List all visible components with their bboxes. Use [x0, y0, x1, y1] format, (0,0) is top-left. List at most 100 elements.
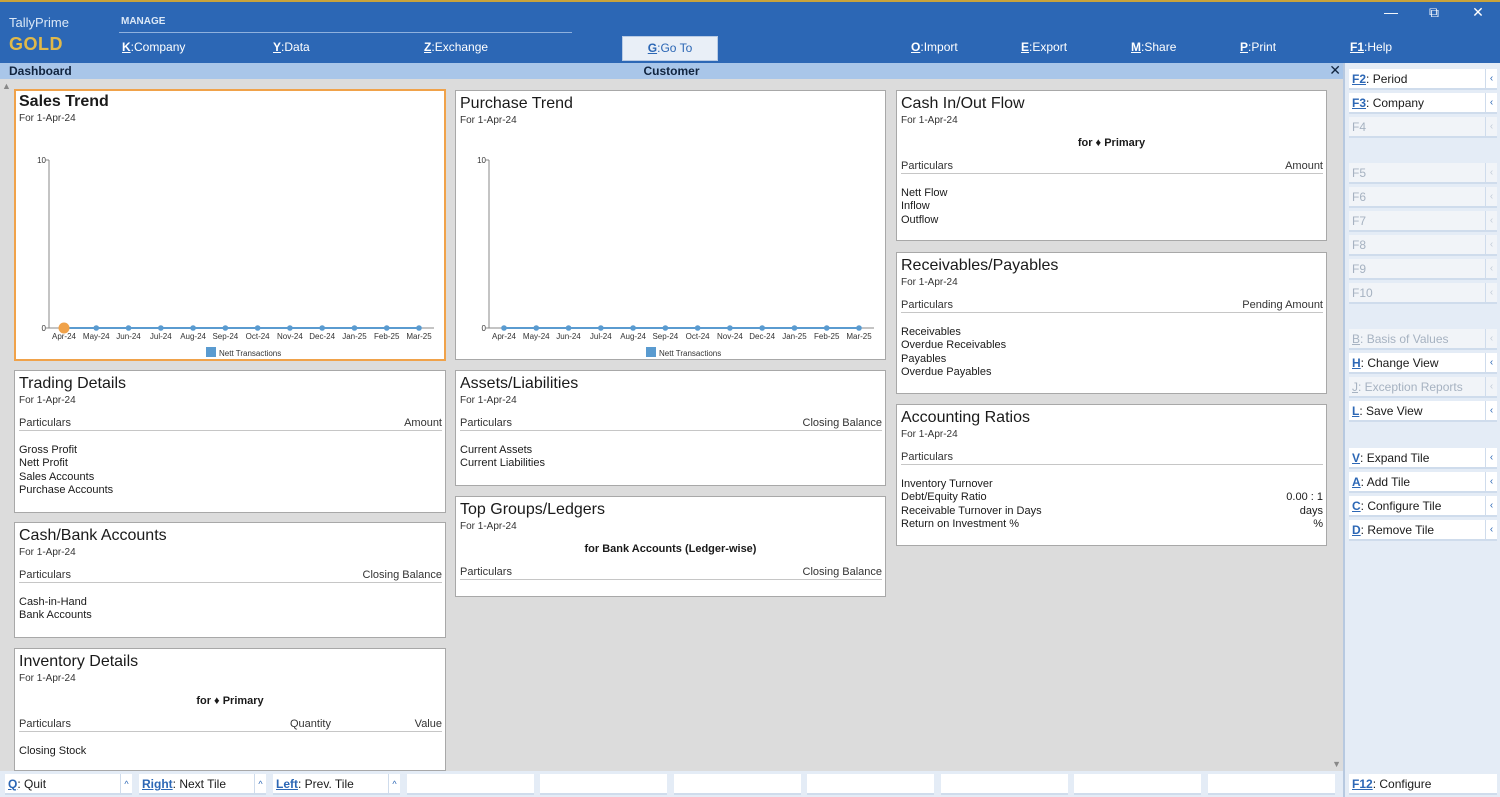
panel-button-b[interactable]: B: Basis of Values ‹	[1349, 329, 1497, 350]
configure-button[interactable]: F12: Configure	[1349, 774, 1497, 795]
list-item[interactable]: Nett Profit	[19, 457, 442, 470]
chevron-left-icon[interactable]: ‹	[1485, 69, 1497, 89]
restore-icon[interactable]: ⧉	[1424, 4, 1444, 21]
x-tick-label: Feb-25	[814, 332, 840, 341]
close-window-icon[interactable]: ✕	[1468, 4, 1488, 21]
list-item[interactable]: Current Liabilities	[460, 457, 882, 470]
menu-data[interactable]: Y:Data	[273, 40, 310, 54]
panel-button-v[interactable]: V: Expand Tile ‹	[1349, 448, 1497, 469]
bottom-button-empty[interactable]	[1208, 774, 1335, 795]
tile-cash-flow[interactable]: Cash In/Out Flow For 1-Apr-24 for ♦ Prim…	[896, 90, 1327, 241]
list-item[interactable]: Overdue Payables	[901, 366, 1323, 379]
chevron-left-icon[interactable]: ‹	[1485, 211, 1497, 231]
chevron-up-icon[interactable]: ^	[254, 774, 266, 794]
tile-assets-liabilities[interactable]: Assets/Liabilities For 1-Apr-24 Particul…	[455, 370, 886, 486]
scroll-up-icon[interactable]: ▲	[2, 81, 11, 91]
menu-print[interactable]: P:Print	[1240, 40, 1276, 54]
panel-button-j[interactable]: J: Exception Reports ‹	[1349, 377, 1497, 398]
panel-button-a[interactable]: A: Add Tile ‹	[1349, 472, 1497, 493]
chevron-left-icon[interactable]: ‹	[1485, 187, 1497, 207]
menu-export[interactable]: E:Export	[1021, 40, 1067, 54]
close-screen-icon[interactable]: ✕	[1329, 62, 1341, 79]
bottom-button-empty[interactable]	[941, 774, 1068, 795]
chevron-left-icon[interactable]: ‹	[1485, 520, 1497, 540]
bottom-button-empty[interactable]	[540, 774, 667, 795]
row-list: Receivables Overdue Receivables Payables…	[901, 326, 1323, 380]
panel-button-c[interactable]: C: Configure Tile ‹	[1349, 496, 1497, 517]
menu-company[interactable]: K:Company	[122, 40, 185, 54]
chevron-up-icon[interactable]: ^	[388, 774, 400, 794]
goto-button[interactable]: G:Go To	[622, 36, 718, 61]
bottom-button-prev-tile[interactable]: Left: Prev. Tile ^	[273, 774, 400, 795]
chevron-left-icon[interactable]: ‹	[1485, 377, 1497, 397]
x-tick-label: Jun-24	[556, 332, 581, 341]
list-item[interactable]: Inflow	[901, 200, 1323, 213]
list-item[interactable]: Receivable Turnover in Days days	[901, 505, 1323, 518]
tile-title: Purchase Trend	[460, 95, 573, 112]
list-item[interactable]: Return on Investment %%	[901, 518, 1323, 531]
list-item[interactable]: Payables	[901, 353, 1323, 366]
tile-top-groups[interactable]: Top Groups/Ledgers For 1-Apr-24 for Bank…	[455, 496, 886, 597]
tile-purchase-trend[interactable]: 0 10 Apr-24 May-24 Jun-24 Jul-24 Aug-24 Sep-24 O…	[455, 90, 886, 360]
bottom-button-quit[interactable]: Q: Quit ^	[5, 774, 132, 795]
menu-help[interactable]: F1:Help	[1350, 40, 1392, 54]
list-item[interactable]: Outflow	[901, 214, 1323, 227]
panel-button-l[interactable]: L: Save View ‹	[1349, 401, 1497, 422]
chevron-left-icon[interactable]: ‹	[1485, 353, 1497, 373]
panel-button-f6[interactable]: F6 ‹	[1349, 187, 1497, 208]
menu-import[interactable]: O:Import	[911, 40, 958, 54]
list-item[interactable]: Gross Profit	[19, 444, 442, 457]
chevron-left-icon[interactable]: ‹	[1485, 259, 1497, 279]
tile-inventory-details[interactable]: Inventory Details For 1-Apr-24 for ♦ Pri…	[14, 648, 446, 771]
menu-share[interactable]: M:Share	[1131, 40, 1176, 54]
chevron-left-icon[interactable]: ‹	[1485, 163, 1497, 183]
tile-trading-details[interactable]: Trading Details For 1-Apr-24 Particulars…	[14, 370, 446, 513]
panel-button-f10[interactable]: F10 ‹	[1349, 283, 1497, 304]
chevron-left-icon[interactable]: ‹	[1485, 117, 1497, 137]
bottom-button-empty[interactable]	[807, 774, 934, 795]
list-item[interactable]: Cash-in-Hand	[19, 596, 442, 609]
list-item[interactable]: Nett Flow	[901, 187, 1323, 200]
screen-title: Dashboard	[9, 64, 72, 78]
chevron-left-icon[interactable]: ‹	[1485, 448, 1497, 468]
list-item[interactable]: Receivables	[901, 326, 1323, 339]
bottom-button-next-tile[interactable]: Right: Next Tile ^	[139, 774, 266, 795]
data-point	[727, 325, 733, 331]
bottom-button-empty[interactable]	[674, 774, 801, 795]
list-item[interactable]: Overdue Receivables	[901, 339, 1323, 352]
panel-button-f4[interactable]: F4 ‹	[1349, 117, 1497, 138]
panel-button-h[interactable]: H: Change View ‹	[1349, 353, 1497, 374]
list-item[interactable]: Purchase Accounts	[19, 484, 442, 497]
bottom-button-empty[interactable]	[407, 774, 534, 795]
list-item[interactable]: Debt/Equity Ratio 0.00 : 1	[901, 491, 1323, 504]
chevron-left-icon[interactable]: ‹	[1485, 235, 1497, 255]
scroll-down-icon[interactable]: ▼	[1332, 759, 1341, 769]
tile-sales-trend[interactable]: 0 10 Apr-24 May-24 Jun-24 Jul-24 Aug-24 Sep-24 O…	[14, 89, 446, 361]
chevron-left-icon[interactable]: ‹	[1485, 472, 1497, 492]
list-item[interactable]: Inventory Turnover	[901, 478, 1323, 491]
panel-button-d[interactable]: D: Remove Tile ‹	[1349, 520, 1497, 541]
tile-receivables-payables[interactable]: Receivables/Payables For 1-Apr-24 Partic…	[896, 252, 1327, 394]
bottom-button-empty[interactable]	[1074, 774, 1201, 795]
chevron-left-icon[interactable]: ‹	[1485, 93, 1497, 113]
chevron-left-icon[interactable]: ‹	[1485, 401, 1497, 421]
panel-button-f2[interactable]: F2: Period ‹	[1349, 69, 1497, 90]
chevron-left-icon[interactable]: ‹	[1485, 496, 1497, 516]
chevron-left-icon[interactable]: ‹	[1485, 283, 1497, 303]
panel-button-f7[interactable]: F7 ‹	[1349, 211, 1497, 232]
list-item[interactable]: Bank Accounts	[19, 609, 442, 622]
chevron-left-icon[interactable]: ‹	[1485, 329, 1497, 349]
data-point	[791, 325, 798, 331]
panel-button-f9[interactable]: F9 ‹	[1349, 259, 1497, 280]
panel-button-f8[interactable]: F8 ‹	[1349, 235, 1497, 256]
chevron-up-icon[interactable]: ^	[120, 774, 132, 794]
list-item[interactable]: Closing Stock	[19, 745, 442, 758]
tile-cash-bank[interactable]: Cash/Bank Accounts For 1-Apr-24 Particul…	[14, 522, 446, 638]
panel-button-f3[interactable]: F3: Company ‹	[1349, 93, 1497, 114]
menu-exchange[interactable]: Z:Exchange	[424, 40, 488, 54]
list-item[interactable]: Current Assets	[460, 444, 882, 457]
tile-accounting-ratios[interactable]: Accounting Ratios For 1-Apr-24 Particula…	[896, 404, 1327, 546]
panel-button-f5[interactable]: F5 ‹	[1349, 163, 1497, 184]
list-item[interactable]: Sales Accounts	[19, 471, 442, 484]
minimize-icon[interactable]: —	[1381, 4, 1401, 20]
